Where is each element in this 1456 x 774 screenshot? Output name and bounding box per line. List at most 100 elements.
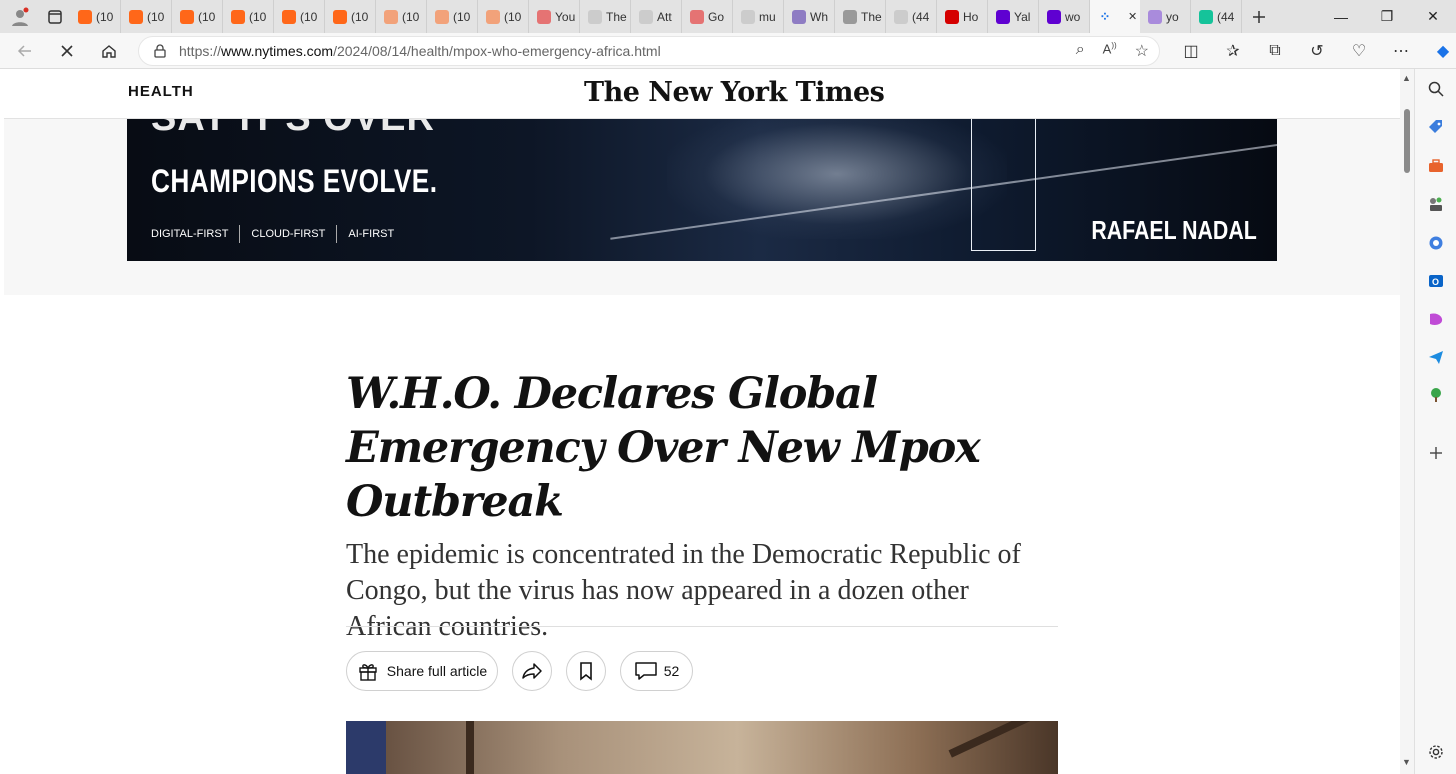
scroll-up-arrow-icon[interactable]: ▲: [1402, 73, 1411, 83]
shopping-tag-icon[interactable]: [1426, 117, 1446, 137]
loading-icon: ⁘: [1099, 8, 1111, 24]
ad-top-text: SAY IT'S OVER: [151, 119, 435, 140]
games-icon[interactable]: [1426, 194, 1446, 214]
stop-loading-button[interactable]: [46, 33, 88, 69]
browser-tab[interactable]: (10: [478, 0, 529, 33]
save-bookmark-button[interactable]: [566, 651, 606, 691]
advertisement-banner[interactable]: SAY IT'S OVER CHAMPIONS EVOLVE. DIGITAL-…: [127, 119, 1277, 261]
tab-actions-icon: [48, 9, 62, 24]
browser-tab[interactable]: (10: [325, 0, 376, 33]
browser-tab[interactable]: (44: [886, 0, 937, 33]
designer-icon[interactable]: [1426, 309, 1446, 329]
lock-icon[interactable]: [153, 44, 167, 58]
browser-tab[interactable]: Yal: [988, 0, 1039, 33]
browser-tab[interactable]: (10: [70, 0, 121, 33]
scrollbar-thumb[interactable]: [1404, 109, 1410, 173]
share-button[interactable]: [512, 651, 552, 691]
tab-label: (10: [147, 9, 165, 24]
collections-icon[interactable]: ⧉: [1254, 42, 1296, 60]
browser-tab[interactable]: Att: [631, 0, 682, 33]
ad-headline: CHAMPIONS EVOLVE.: [151, 163, 438, 199]
substack-icon: [486, 9, 500, 24]
favorites-icon[interactable]: ✰: [1212, 41, 1254, 61]
svg-text:O: O: [1432, 277, 1439, 287]
shield-icon: [792, 9, 806, 24]
substack-icon: [435, 9, 449, 24]
browser-tab[interactable]: (10: [274, 0, 325, 33]
nyt-masthead-logo[interactable]: The New York Times: [584, 77, 885, 108]
close-tab-icon[interactable]: ✕: [1128, 10, 1137, 23]
history-icon[interactable]: ↺: [1296, 41, 1338, 61]
browser-tab[interactable]: Go: [682, 0, 733, 33]
browser-tab[interactable]: (10: [376, 0, 427, 33]
tab-strip: (10 (10 (10 (10 (10 (10 (10 (10 (10 You The Att Go mu…: [70, 0, 1242, 33]
tree-icon[interactable]: [1426, 385, 1446, 405]
url-bar[interactable]: https://www.nytimes.com/2024/08/14/healt…: [138, 36, 1160, 66]
minimize-button[interactable]: —: [1318, 0, 1364, 33]
restore-button[interactable]: ❐: [1364, 0, 1410, 33]
tab-label: (44: [1217, 9, 1235, 24]
back-button[interactable]: [4, 33, 46, 69]
comments-button[interactable]: 52: [620, 651, 693, 691]
telegram-send-icon[interactable]: [1426, 347, 1446, 367]
browser-tab[interactable]: yo: [1140, 0, 1191, 33]
tools-briefcase-icon[interactable]: [1426, 156, 1446, 176]
tab-label: (10: [249, 9, 267, 24]
close-window-button[interactable]: ✕: [1410, 0, 1456, 33]
scroll-down-arrow-icon[interactable]: ▼: [1402, 757, 1411, 767]
tab-actions-button[interactable]: [40, 0, 70, 35]
browser-tab[interactable]: (44: [1191, 0, 1242, 33]
browser-tab[interactable]: The: [835, 0, 886, 33]
split-screen-icon[interactable]: ◫: [1170, 41, 1212, 61]
new-tab-button[interactable]: [1242, 0, 1276, 35]
substack-icon: [231, 9, 245, 24]
home-button[interactable]: [88, 33, 130, 69]
share-full-article-button[interactable]: Share full article: [346, 651, 498, 691]
edge-sidebar: O: [1414, 69, 1456, 774]
browser-tab[interactable]: The: [580, 0, 631, 33]
address-toolbar: https://www.nytimes.com/2024/08/14/healt…: [0, 33, 1456, 69]
search-icon[interactable]: [1426, 79, 1446, 99]
profile-avatar[interactable]: [0, 0, 40, 33]
article-summary: The epidemic is concentrated in the Demo…: [346, 539, 1021, 642]
browser-tab[interactable]: You: [529, 0, 580, 33]
tab-label: (44: [912, 9, 930, 24]
browser-tab[interactable]: (10: [121, 0, 172, 33]
more-menu-icon[interactable]: ⋯: [1380, 41, 1422, 61]
browser-tab[interactable]: Wh: [784, 0, 835, 33]
copilot-icon[interactable]: ◆: [1422, 41, 1456, 61]
browser-essentials-icon[interactable]: ♡: [1338, 41, 1380, 61]
url-bar-actions: ⌕ A)) ☆: [1076, 41, 1149, 61]
tab-label: Att: [657, 9, 672, 24]
tab-active[interactable]: ⁘ ✕: [1090, 0, 1140, 33]
ad-image-players: [667, 119, 1007, 239]
substack-icon: [282, 9, 296, 24]
favorite-star-icon[interactable]: ☆: [1135, 41, 1149, 61]
home-icon: [102, 44, 116, 58]
browser-tab[interactable]: (10: [172, 0, 223, 33]
browser-tab[interactable]: (10: [427, 0, 478, 33]
browser-tab[interactable]: (10: [223, 0, 274, 33]
yahoo-icon: [1148, 9, 1162, 24]
section-link[interactable]: HEALTH: [128, 83, 194, 100]
page-icon: [894, 9, 908, 24]
read-aloud-icon[interactable]: A)): [1103, 41, 1117, 61]
back-arrow-icon: [17, 44, 31, 57]
dots-icon: [843, 9, 857, 24]
page-scrollbar[interactable]: ▲ ▼: [1400, 69, 1414, 774]
settings-gear-icon[interactable]: [1426, 742, 1446, 762]
browser-tab[interactable]: Ho: [937, 0, 988, 33]
browser-tab[interactable]: wo: [1039, 0, 1090, 33]
zoom-icon[interactable]: ⌕: [1076, 41, 1085, 61]
ad-tag: CLOUD-FIRST: [239, 225, 336, 243]
add-sidebar-app-icon[interactable]: [1426, 443, 1446, 463]
article-lead-image[interactable]: [346, 721, 1058, 774]
outlook-icon[interactable]: O: [1426, 271, 1446, 291]
browser-tab[interactable]: mu: [733, 0, 784, 33]
copilot-sidebar-icon[interactable]: [1426, 233, 1446, 253]
tab-label: The: [861, 9, 882, 24]
close-icon: [61, 44, 73, 57]
web-page: HEALTH The New York Times SAY IT'S OVER …: [4, 69, 1400, 774]
image-detail: [346, 721, 386, 774]
youtube-icon: [690, 9, 704, 24]
